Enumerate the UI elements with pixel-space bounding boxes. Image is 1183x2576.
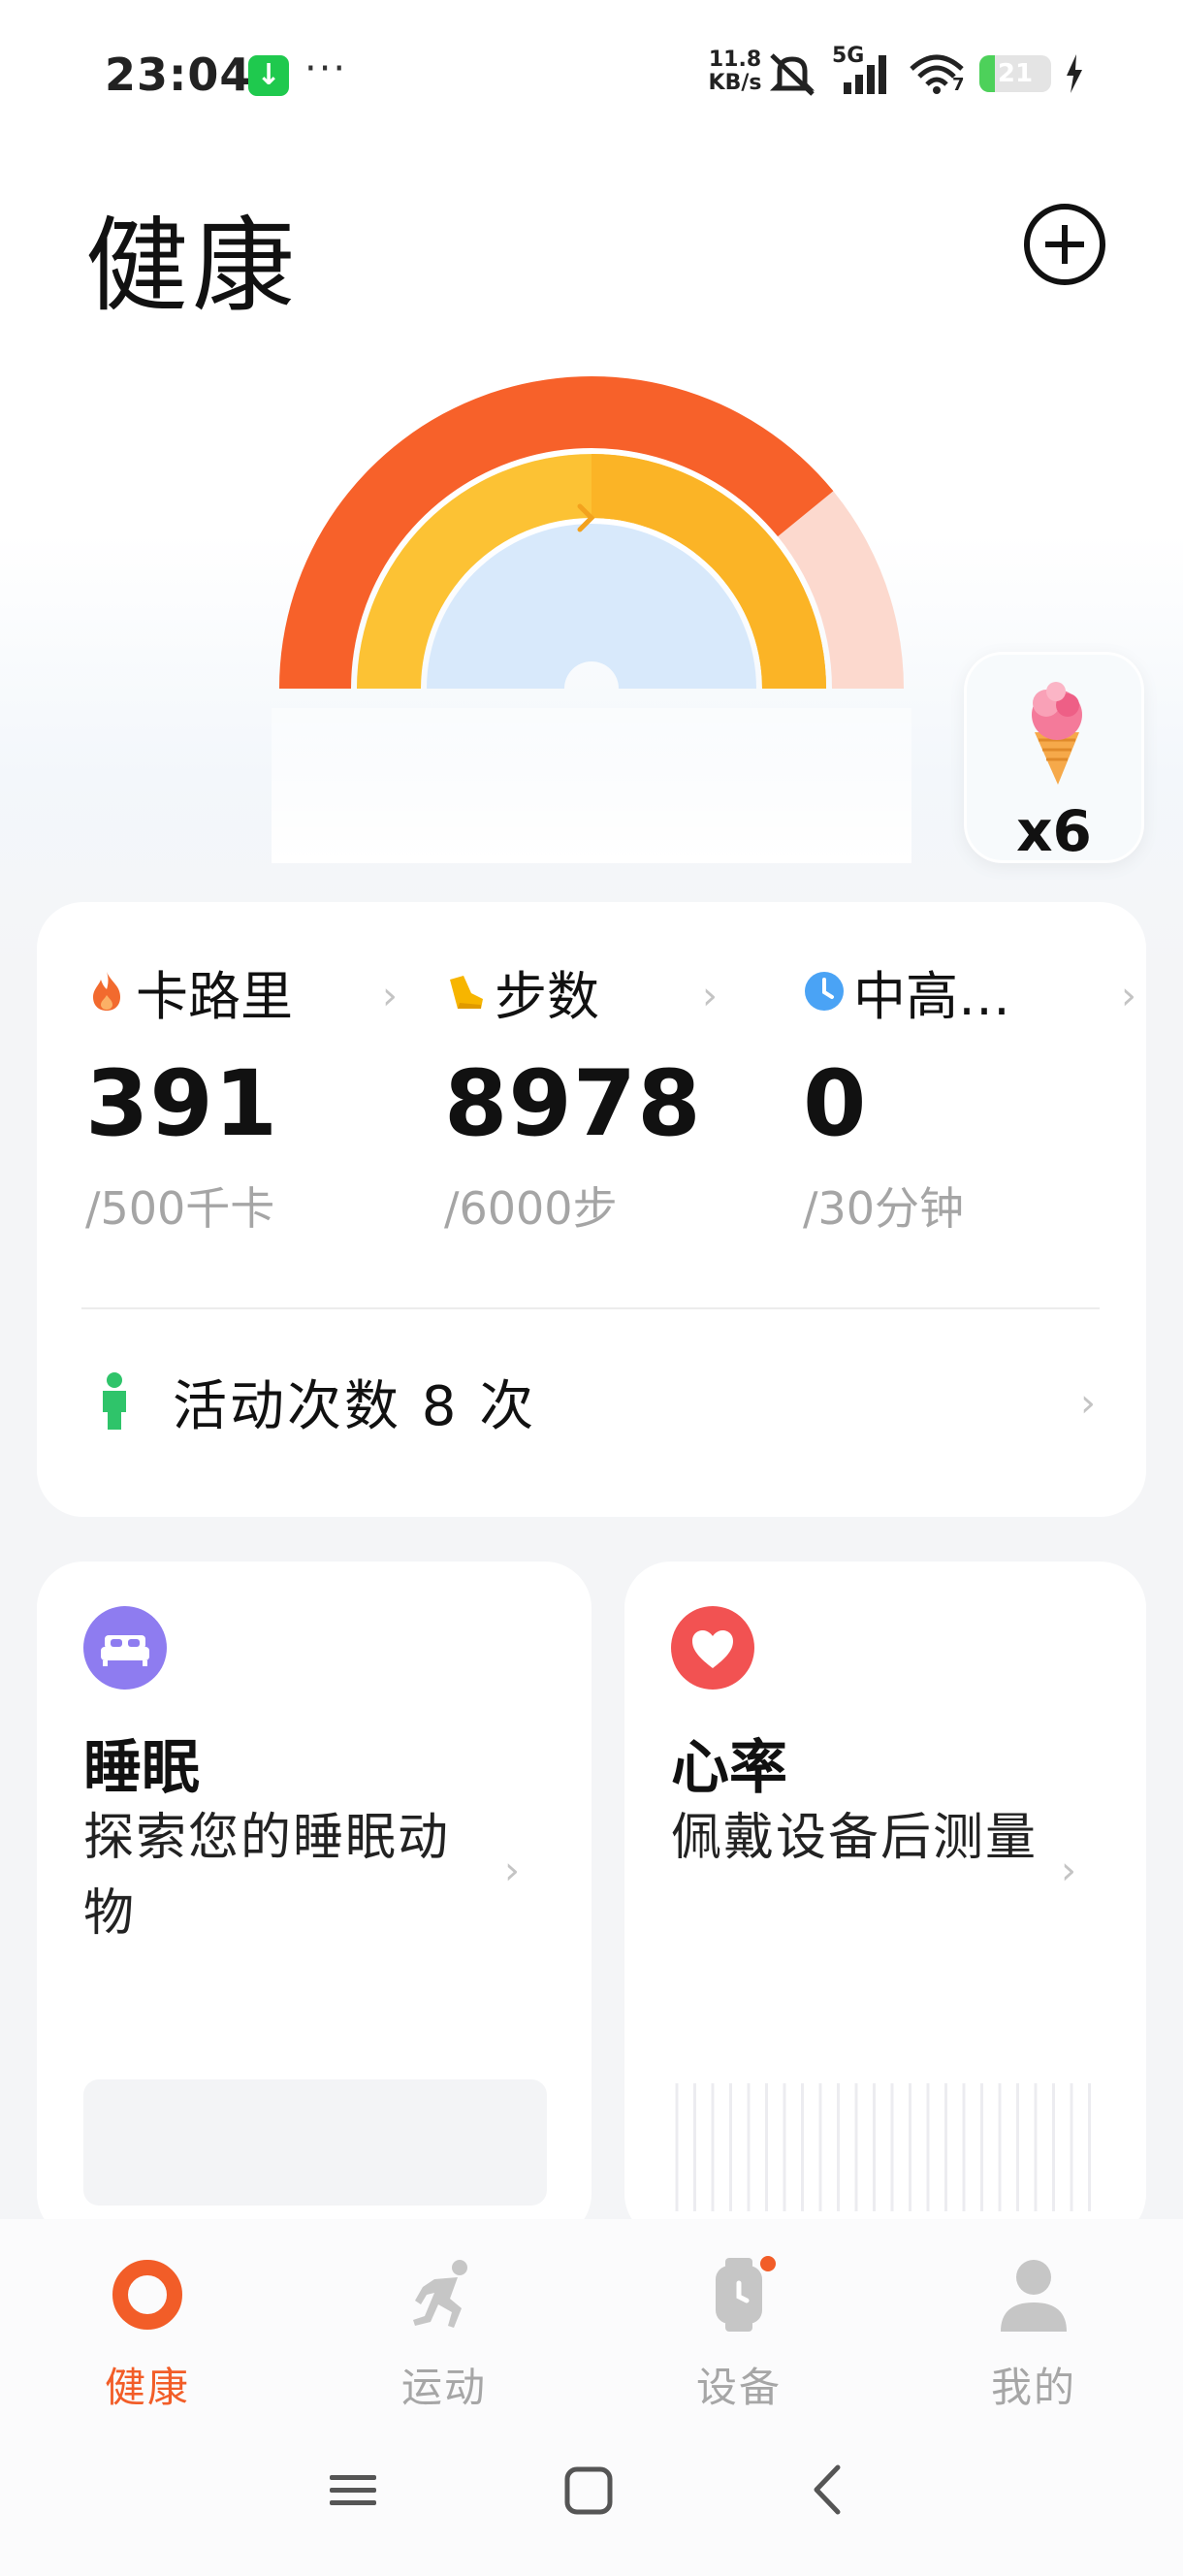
status-time: 23:04	[105, 48, 252, 101]
add-button[interactable]	[1024, 204, 1105, 285]
activity-summary-card: 卡路里 › 391 /500千卡 步数 › 8978 /6000步 中高… › …	[37, 902, 1146, 1517]
chevron-right-icon: ›	[504, 1849, 520, 1893]
notification-dot	[760, 2256, 776, 2271]
nav-exercise[interactable]: 运动	[347, 2256, 541, 2411]
sleep-card[interactable]: 睡眠 探索您的睡眠动物 ›	[37, 1562, 592, 2240]
divider	[81, 1307, 1100, 1309]
reward-count: x6	[1016, 798, 1092, 864]
heart-icon	[692, 1630, 733, 1668]
reward-badge[interactable]: x6	[964, 652, 1144, 864]
heart-rate-card[interactable]: 心率 佩戴设备后测量 ›	[624, 1562, 1146, 2240]
metric-steps-header: 步数	[444, 962, 599, 1027]
heart-rate-description: 佩戴设备后测量	[671, 1809, 1039, 1867]
sleep-title: 睡眠	[83, 1734, 200, 1802]
runner-icon	[413, 2260, 467, 2328]
nav-devices[interactable]: 设备	[642, 2256, 836, 2411]
shoe-icon	[450, 976, 483, 1009]
activity-count-row[interactable]: 活动次数 8 次	[95, 1368, 536, 1438]
chevron-right-icon: ›	[1080, 1381, 1096, 1426]
nav-profile-label: 我的	[990, 2364, 1076, 2411]
metric-steps-title: 步数	[495, 965, 599, 1027]
sleep-description: 探索您的睡眠动物	[83, 1809, 451, 1943]
nav-devices-label: 设备	[695, 2364, 782, 2411]
wifi-badge: 7	[952, 75, 965, 95]
nav-profile[interactable]: 我的	[937, 2256, 1131, 2411]
recent-apps-icon[interactable]	[326, 2456, 380, 2524]
metric-intensity-goal: /30分钟	[803, 1182, 965, 1235]
sleep-chart-placeholder	[83, 2079, 547, 2206]
metric-intensity-value: 0	[803, 1051, 868, 1157]
metric-calories-value: 391	[85, 1051, 279, 1157]
status-icons: 5G 7 21	[766, 44, 1084, 103]
network-speed: 11.8 KB/s	[706, 48, 764, 95]
standing-person-icon	[103, 1372, 126, 1430]
metric-steps-value: 8978	[444, 1051, 702, 1157]
cellular-signal: 5G	[832, 44, 894, 98]
home-icon[interactable]	[562, 2456, 617, 2524]
wifi: 7	[908, 49, 966, 98]
page-title: 健康	[85, 207, 299, 326]
metric-intensity-title: 中高…	[853, 965, 1010, 1027]
battery-icon: 21	[979, 55, 1051, 92]
sleep-icon-badge	[83, 1606, 167, 1690]
signal-icon	[844, 55, 886, 94]
charging-icon	[1067, 54, 1082, 93]
metric-calories-header: 卡路里	[85, 962, 293, 1027]
status-bar: 23:04 ↓ ··· 11.8 KB/s 5G 7 21	[0, 39, 1183, 113]
nav-health[interactable]: 健康	[50, 2256, 244, 2411]
health-ring-icon	[112, 2260, 182, 2330]
network-speed-value: 11.8	[708, 48, 762, 72]
mute-bell-icon	[769, 53, 815, 96]
nav-health-label: 健康	[104, 2364, 190, 2411]
metric-calories-title: 卡路里	[136, 965, 293, 1027]
chevron-right-icon: ›	[382, 974, 398, 1018]
bottom-navigation: 健康 运动 设备 我的	[0, 2219, 1183, 2576]
flame-icon	[93, 972, 120, 1011]
chevron-right-icon: ›	[1061, 1849, 1076, 1893]
clock-icon	[805, 972, 844, 1011]
person-icon	[1001, 2260, 1067, 2332]
activity-count-label: 活动次数 8 次	[173, 1374, 537, 1438]
chevron-right-icon: ›	[1121, 974, 1136, 1018]
battery-level: 21	[997, 59, 1034, 88]
metric-intensity-header: 中高…	[803, 962, 1010, 1027]
heart-rate-chart-placeholder	[675, 2083, 1091, 2211]
activity-rings-gauge[interactable]	[272, 359, 911, 863]
heart-rate-title: 心率	[671, 1734, 787, 1802]
bed-icon	[101, 1635, 149, 1666]
nav-exercise-label: 运动	[400, 2364, 487, 2411]
network-speed-unit: KB/s	[708, 71, 762, 95]
chevron-right-icon: ›	[702, 974, 718, 1018]
back-icon[interactable]	[801, 2456, 855, 2524]
ice-cream-icon	[1032, 682, 1082, 785]
watch-icon	[716, 2256, 776, 2332]
more-notifications-icon: ···	[304, 47, 348, 91]
download-icon: ↓	[248, 55, 289, 96]
heart-icon-badge	[671, 1606, 754, 1690]
metric-steps-goal: /6000步	[444, 1182, 618, 1235]
metric-calories-goal: /500千卡	[85, 1182, 275, 1235]
